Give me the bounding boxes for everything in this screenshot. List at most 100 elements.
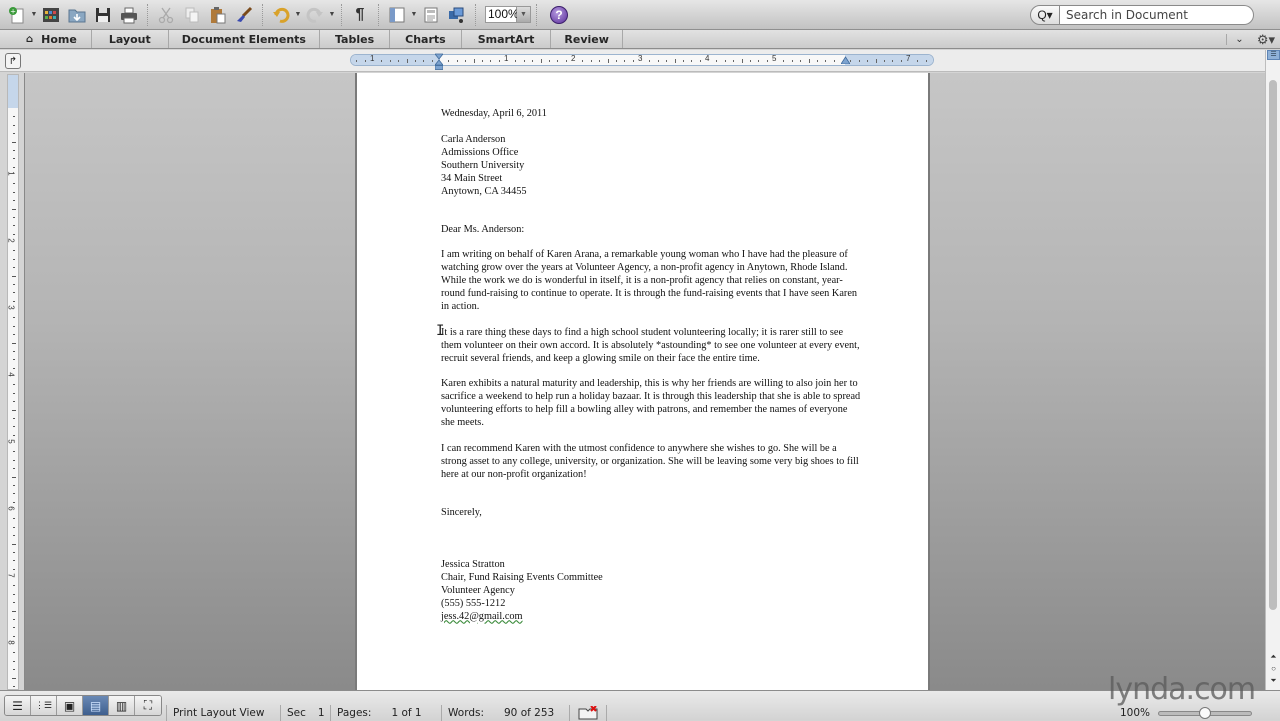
search-box: Q▾ Search in Document [1030, 5, 1254, 25]
undo-dropdown[interactable]: ▼ [294, 3, 302, 27]
ruler-tick [741, 59, 743, 63]
ruler-tick [808, 59, 810, 63]
ruler-tick [582, 60, 584, 62]
body-paragraph: Karen exhibits a natural maturity and le… [441, 378, 861, 428]
previous-page-button[interactable]: ⏶ [1268, 652, 1279, 662]
open-button[interactable] [64, 3, 90, 27]
view-layout-button[interactable] [418, 3, 444, 27]
recipient-line: Admissions Office [441, 146, 519, 158]
ruler-tick [13, 669, 15, 671]
zoom-dropdown[interactable]: ▼ [517, 6, 531, 23]
ruler-tick [523, 60, 525, 62]
split-handle[interactable]: ☰ [1267, 50, 1280, 60]
ruler-tick [431, 60, 433, 62]
search-input[interactable]: Search in Document [1060, 5, 1254, 25]
redo-button[interactable] [302, 3, 328, 27]
tab-tables[interactable]: Tables [320, 30, 391, 48]
undo-button[interactable] [268, 3, 294, 27]
ruler-tick [12, 208, 16, 210]
new-document-dropdown[interactable]: ▼ [30, 3, 38, 27]
first-line-indent-marker[interactable] [435, 53, 443, 71]
ruler-tick [13, 652, 15, 654]
ribbon-settings-button[interactable]: ⚙▾ [1252, 32, 1280, 48]
print-button[interactable] [116, 3, 142, 27]
outline-view-icon: ⋮☰ [34, 700, 53, 710]
full-screen-icon: ⛶ [143, 698, 153, 712]
ruler-tick [13, 325, 15, 327]
ruler-tick [13, 660, 15, 662]
ribbon-controls: ⌄ ⚙▾ [1226, 30, 1280, 49]
ruler-tick [13, 292, 15, 294]
scrollbar-thumb[interactable] [1269, 80, 1277, 610]
publishing-layout-view-button[interactable]: ▣ [57, 696, 83, 715]
browse-object-button[interactable]: ○ [1268, 664, 1279, 674]
full-screen-view-button[interactable]: ⛶ [135, 696, 161, 715]
ruler-tick [13, 401, 15, 403]
help-button[interactable]: ? [550, 5, 568, 24]
ruler-number: 7 [6, 573, 16, 578]
page-count[interactable]: Pages: 1 of 1 [330, 705, 440, 721]
show-formatting-button[interactable]: ¶ [347, 3, 373, 27]
zoom-input[interactable]: 100% [485, 6, 519, 23]
search-options-button[interactable]: Q▾ [1030, 5, 1060, 25]
search-icon: Q▾ [1037, 8, 1053, 22]
tab-review[interactable]: Review [551, 30, 623, 48]
new-document-button[interactable]: + [4, 3, 30, 27]
tab-home[interactable]: ⌂ Home [12, 30, 92, 48]
media-browser-button[interactable] [444, 3, 470, 27]
paste-button[interactable] [205, 3, 231, 27]
ruler-tick [13, 258, 15, 260]
vertical-ruler[interactable]: 1 2 3 4 5 6 7 8 [7, 74, 19, 690]
tab-stop-selector[interactable]: ↱ [5, 53, 21, 69]
ruler-tick [13, 317, 15, 319]
document-body[interactable]: Wednesday, April 6, 2011 Carla Anderson … [436, 107, 861, 623]
ruler-tick [13, 468, 15, 470]
ruler-number: 5 [6, 439, 16, 444]
ruler-tick [13, 602, 15, 604]
zoom-slider[interactable] [1158, 707, 1252, 719]
ruler-tick [565, 60, 567, 62]
collapse-ribbon-button[interactable]: ⌄ [1226, 34, 1252, 45]
ruler-tick [13, 225, 15, 227]
tab-document-elements[interactable]: Document Elements [169, 30, 320, 48]
print-layout-view-button[interactable]: ▤ [83, 696, 109, 715]
ruler-number: 2 [6, 238, 16, 243]
ruler-tick [13, 158, 15, 160]
outline-view-button[interactable]: ⋮☰ [31, 696, 57, 715]
save-button[interactable] [90, 3, 116, 27]
ruler-tick [917, 60, 919, 62]
spelling-grammar-status[interactable] [569, 705, 607, 721]
ruler-number: 1 [504, 54, 509, 63]
toolbar-separator [536, 3, 537, 26]
document-page[interactable]: Wednesday, April 6, 2011 Carla Anderson … [355, 73, 930, 690]
tab-smartart[interactable]: SmartArt [462, 30, 552, 48]
tab-layout[interactable]: Layout [92, 30, 169, 48]
ruler-number: 1 [6, 171, 16, 176]
ruler-tick [733, 60, 735, 62]
signature-email[interactable]: jess.42@gmail.com [441, 610, 861, 623]
copy-button[interactable] [179, 3, 205, 27]
ruler-number: 2 [571, 54, 576, 63]
next-page-button[interactable]: ⏷ [1268, 676, 1279, 686]
section-indicator: Sec 1 [280, 705, 330, 721]
redo-dropdown[interactable]: ▼ [328, 3, 336, 27]
format-painter-button[interactable] [231, 3, 257, 27]
cut-button[interactable] [153, 3, 179, 27]
sidebar-dropdown[interactable]: ▼ [410, 3, 418, 27]
right-indent-marker[interactable] [841, 56, 850, 64]
ruler-tick [791, 60, 793, 62]
ruler-bar: ↱ 1 1 2 3 4 5 7 [0, 50, 1280, 72]
zoom-slider-knob[interactable] [1199, 707, 1211, 719]
notebook-layout-icon: ▥ [115, 698, 128, 713]
vertical-scrollbar[interactable]: ☰ ⏶ ○ ⏷ [1265, 50, 1280, 690]
tab-charts[interactable]: Charts [390, 30, 462, 48]
template-gallery-button[interactable] [38, 3, 64, 27]
ruler-tick [13, 124, 15, 126]
sidebar-button[interactable] [384, 3, 410, 27]
notebook-layout-view-button[interactable]: ▥ [109, 696, 135, 715]
word-count[interactable]: Words: 90 of 253 [441, 705, 569, 721]
ruler-tick [13, 116, 15, 118]
tab-stop-icon: ↱ [8, 55, 18, 67]
draft-view-button[interactable]: ☰ [5, 696, 31, 715]
ruler-tick [816, 60, 818, 62]
